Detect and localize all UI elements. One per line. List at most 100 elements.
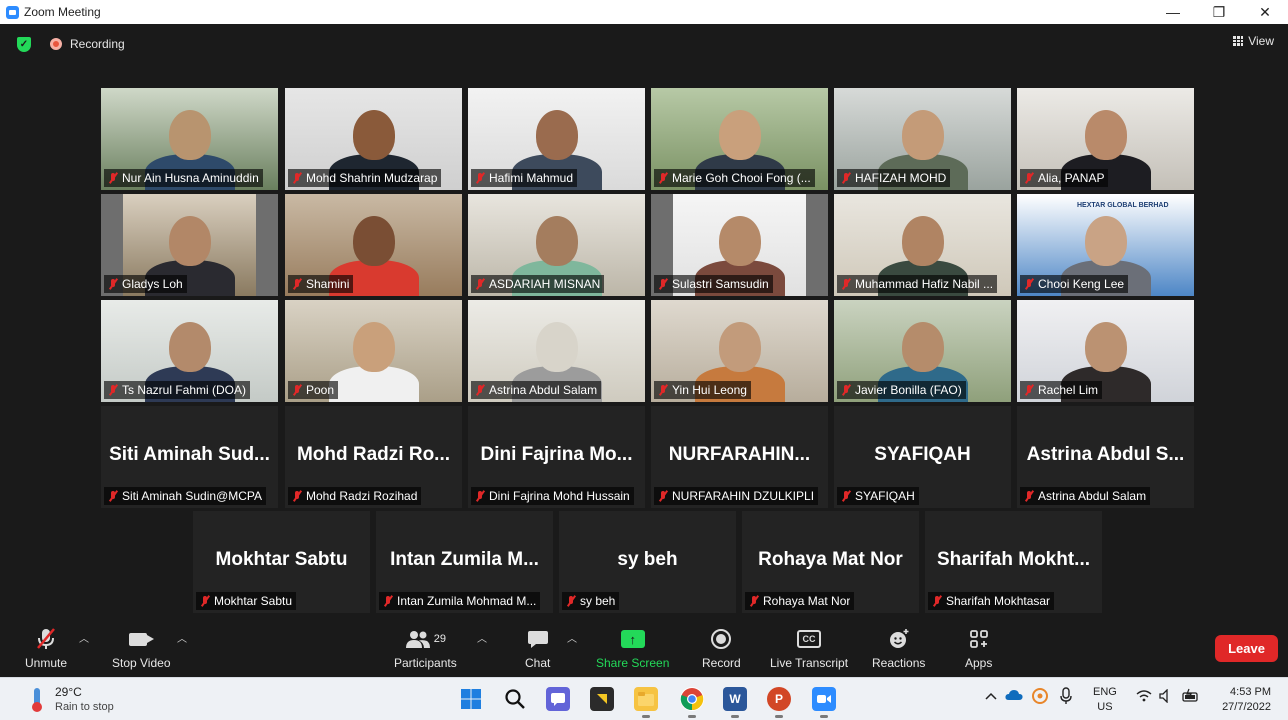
- input-language-indicator[interactable]: ENG US: [1093, 685, 1117, 715]
- participant-video-tile[interactable]: HEXTAR GLOBAL BERHAD Chooi Keng Lee: [1017, 194, 1194, 296]
- leave-button[interactable]: Leave: [1215, 635, 1278, 662]
- participant-video-tile[interactable]: Shamini: [285, 194, 462, 296]
- thermometer-icon: [32, 688, 42, 712]
- participant-count: 29: [433, 633, 446, 645]
- minimize-button[interactable]: —: [1150, 0, 1196, 24]
- zoom-app-icon: [6, 5, 19, 19]
- file-explorer-icon[interactable]: [634, 687, 658, 718]
- window-titlebar: Zoom Meeting — ❐ ✕: [0, 0, 1288, 24]
- participant-video-tile[interactable]: Poon: [285, 300, 462, 402]
- show-hidden-icons-chevron-icon[interactable]: [985, 689, 997, 703]
- powerpoint-icon[interactable]: P: [767, 687, 791, 718]
- participant-video-tile[interactable]: Astrina Abdul Salam: [468, 300, 645, 402]
- word-icon[interactable]: W: [723, 687, 747, 718]
- participant-video-tile[interactable]: Rachel Lim: [1017, 300, 1194, 402]
- participant-video-tile[interactable]: Javier Bonilla (FAO): [834, 300, 1011, 402]
- windows-start-icon[interactable]: [459, 687, 483, 711]
- chat-bubble-icon: [527, 626, 549, 652]
- closed-caption-icon: CC: [797, 626, 822, 652]
- window-controls: — ❐ ✕: [1150, 0, 1288, 24]
- video-camera-icon: [129, 626, 155, 652]
- muted-mic-icon: [1022, 489, 1036, 503]
- participant-name-tile[interactable]: Siti Aminah Sud... Siti Aminah Sudin@MCPA: [101, 406, 278, 508]
- participant-name-label: Siti Aminah Sudin@MCPA: [104, 487, 267, 505]
- recording-label[interactable]: Recording: [70, 37, 125, 51]
- participant-name-tile[interactable]: Astrina Abdul S... Astrina Abdul Salam: [1017, 406, 1194, 508]
- muted-mic-icon: [1022, 171, 1036, 185]
- participant-video-tile[interactable]: Sulastri Samsudin: [651, 194, 828, 296]
- participant-name-label: SYAFIQAH: [837, 487, 919, 505]
- microphone-icon[interactable]: [1060, 687, 1072, 708]
- participants-options-chevron-icon[interactable]: ︿: [477, 630, 487, 645]
- participant-name-tile[interactable]: Intan Zumila M... Intan Zumila Mohmad M..…: [376, 511, 553, 613]
- participant-name-label: Muhammad Hafiz Nabil ...: [837, 275, 998, 293]
- apps-button[interactable]: Apps: [965, 626, 992, 670]
- task-view-icon[interactable]: [590, 687, 614, 711]
- volume-icon[interactable]: [1159, 688, 1173, 706]
- participant-video-tile[interactable]: ASDARIAH MISNAN: [468, 194, 645, 296]
- muted-mic-icon: [656, 489, 670, 503]
- muted-mic-icon: [930, 594, 944, 608]
- participant-name-tile[interactable]: Dini Fajrina Mo... Dini Fajrina Mohd Huss…: [468, 406, 645, 508]
- chrome-icon[interactable]: [680, 687, 704, 718]
- muted-mic-icon: [1022, 277, 1036, 291]
- teams-chat-icon[interactable]: [546, 687, 570, 711]
- onedrive-cloud-icon[interactable]: [1005, 689, 1023, 704]
- reactions-button[interactable]: Reactions: [872, 626, 925, 670]
- sync-app-icon[interactable]: [1031, 687, 1049, 708]
- participant-name-label: Alia, PANAP: [1020, 169, 1109, 187]
- participant-name-label: Yin Hui Leong: [654, 381, 751, 399]
- participants-icon: 29: [405, 626, 446, 652]
- record-button[interactable]: Record: [702, 626, 741, 670]
- participant-name-label: Chooi Keng Lee: [1020, 275, 1129, 293]
- participant-name-tile[interactable]: Mokhtar Sabtu Mokhtar Sabtu: [193, 511, 370, 613]
- recording-icon[interactable]: [50, 38, 62, 50]
- maximize-button[interactable]: ❐: [1196, 0, 1242, 24]
- participant-video-tile[interactable]: Marie Goh Chooi Fong (...: [651, 88, 828, 190]
- participant-name-tile[interactable]: SYAFIQAH SYAFIQAH: [834, 406, 1011, 508]
- participant-video-tile[interactable]: Alia, PANAP: [1017, 88, 1194, 190]
- participant-video-tile[interactable]: Hafimi Mahmud: [468, 88, 645, 190]
- participant-name-label: Hafimi Mahmud: [471, 169, 578, 187]
- chat-button[interactable]: Chat: [525, 626, 550, 670]
- participant-name-tile[interactable]: NURFARAHIN... NURFARAHIN DZULKIPLI: [651, 406, 828, 508]
- muted-mic-icon: [35, 626, 57, 652]
- battery-charging-icon[interactable]: [1181, 688, 1201, 707]
- live-transcript-button[interactable]: CC Live Transcript: [770, 626, 848, 670]
- participant-video-tile[interactable]: Mohd Shahrin Mudzarap: [285, 88, 462, 190]
- zoom-taskbar-icon[interactable]: [812, 687, 836, 718]
- view-button[interactable]: View: [1233, 34, 1274, 48]
- participant-name-tile[interactable]: Rohaya Mat Nor Rohaya Mat Nor: [742, 511, 919, 613]
- share-screen-button[interactable]: ↑ Share Screen: [596, 626, 669, 670]
- smiley-reaction-icon: [888, 626, 910, 652]
- unmute-button[interactable]: Unmute: [25, 626, 67, 670]
- window-title: Zoom Meeting: [24, 5, 101, 19]
- participants-button[interactable]: 29 Participants: [394, 626, 457, 670]
- search-icon[interactable]: [503, 687, 527, 711]
- system-clock[interactable]: 4:53 PM 27/7/2022: [1222, 685, 1271, 715]
- wifi-icon[interactable]: [1136, 690, 1152, 705]
- muted-mic-icon: [290, 489, 304, 503]
- participant-display-name: Dini Fajrina Mo...: [480, 444, 633, 465]
- participant-video-tile[interactable]: Ts Nazrul Fahmi (DOA): [101, 300, 278, 402]
- close-button[interactable]: ✕: [1242, 0, 1288, 24]
- participant-name-label: Nur Ain Husna Aminuddin: [104, 169, 263, 187]
- participant-name-label: Mokhtar Sabtu: [196, 592, 297, 610]
- muted-mic-icon: [106, 489, 120, 503]
- video-options-chevron-icon[interactable]: ︿: [177, 630, 187, 645]
- participant-video-tile[interactable]: Nur Ain Husna Aminuddin: [101, 88, 278, 190]
- participant-name-tile[interactable]: Mohd Radzi Ro... Mohd Radzi Rozihad: [285, 406, 462, 508]
- participant-name-tile[interactable]: Sharifah Mokht... Sharifah Mokhtasar: [925, 511, 1102, 613]
- participant-display-name: sy beh: [617, 549, 678, 570]
- participant-video-tile[interactable]: HAFIZAH MOHD: [834, 88, 1011, 190]
- participant-name-label: Astrina Abdul Salam: [471, 381, 602, 399]
- chat-options-chevron-icon[interactable]: ︿: [567, 630, 577, 645]
- participant-name-tile[interactable]: sy beh sy beh: [559, 511, 736, 613]
- muted-mic-icon: [106, 171, 120, 185]
- participant-video-tile[interactable]: Yin Hui Leong: [651, 300, 828, 402]
- audio-options-chevron-icon[interactable]: ︿: [79, 630, 89, 645]
- participant-video-tile[interactable]: Muhammad Hafiz Nabil ...: [834, 194, 1011, 296]
- participant-video-tile[interactable]: Gladys Loh: [101, 194, 278, 296]
- stop-video-button[interactable]: Stop Video: [112, 626, 171, 670]
- encryption-shield-icon[interactable]: ✓: [17, 37, 31, 52]
